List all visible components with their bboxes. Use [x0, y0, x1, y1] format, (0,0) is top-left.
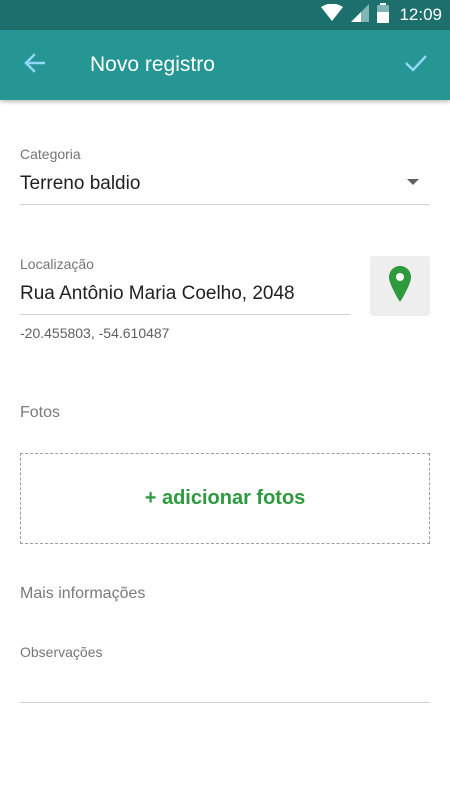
page-title: Novo registro	[90, 53, 215, 76]
confirm-button[interactable]	[400, 50, 432, 80]
category-select[interactable]: Terreno baldio	[20, 173, 140, 195]
cell-signal-icon	[351, 3, 370, 27]
photos-section-title: Fotos	[20, 404, 61, 421]
status-icons: 12:09	[321, 0, 442, 30]
category-underline	[20, 204, 430, 205]
location-field[interactable]: Rua Antônio Maria Coelho, 2048	[20, 283, 295, 305]
more-info-section-title: Mais informações	[20, 585, 146, 602]
wifi-icon	[321, 3, 344, 27]
notes-underline	[20, 702, 430, 703]
notes-label: Observações	[20, 644, 103, 660]
notes-field[interactable]	[20, 670, 430, 700]
add-photos-label: + adicionar fotos	[144, 487, 306, 509]
app-bar: Novo registro	[0, 30, 450, 100]
check-icon	[404, 54, 428, 77]
map-location-button[interactable]	[370, 256, 430, 316]
location-coordinates: -20.455803, -54.610487	[20, 325, 170, 341]
map-pin-icon	[389, 265, 411, 307]
dropdown-arrow-icon[interactable]	[407, 179, 419, 185]
location-underline	[20, 314, 350, 315]
status-clock: 12:09	[399, 5, 442, 24]
arrow-left-icon	[23, 52, 46, 78]
category-label: Categoria	[20, 146, 81, 162]
location-label: Localização	[20, 256, 94, 272]
battery-icon	[377, 2, 390, 28]
back-button[interactable]	[18, 50, 50, 80]
status-bar: 12:09	[0, 0, 450, 30]
add-photos-button[interactable]: + adicionar fotos	[20, 453, 430, 544]
